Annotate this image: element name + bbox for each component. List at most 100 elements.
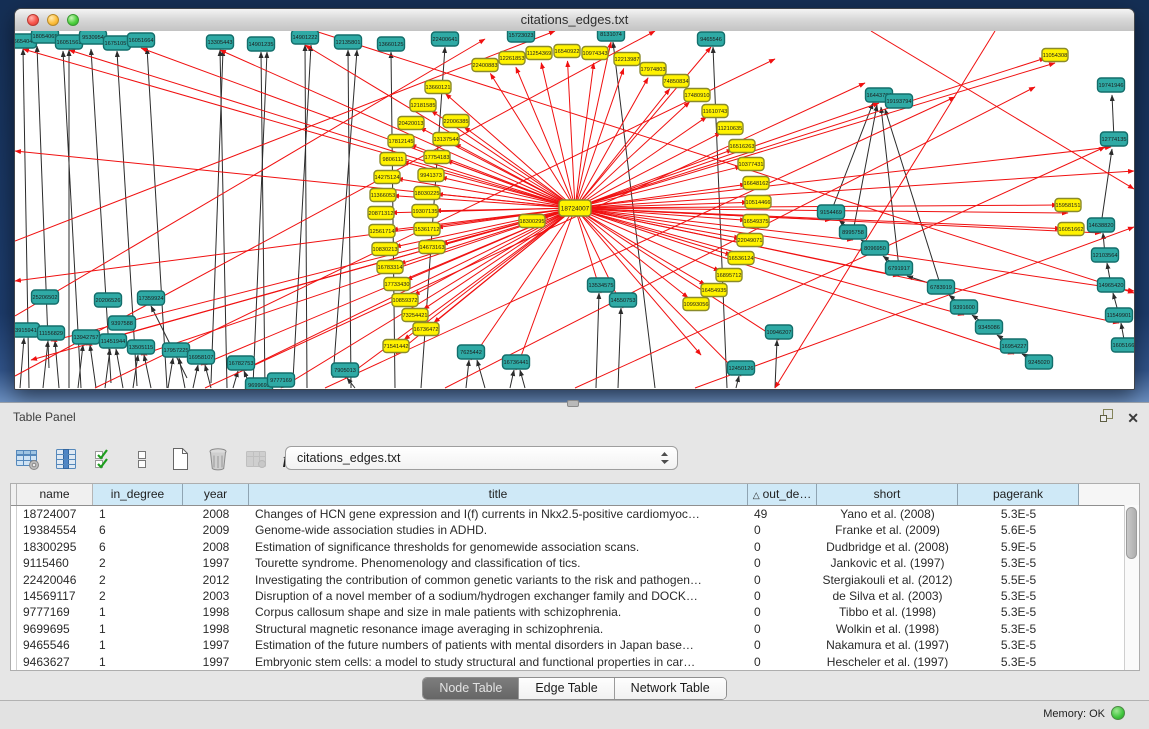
graph-node-teal[interactable]: 9397588 <box>109 316 136 330</box>
cell-pagerank[interactable]: 5.3E-5 <box>958 621 1079 637</box>
cell-title[interactable]: Corpus callosum shape and size in male p… <box>249 604 748 620</box>
graph-node-teal[interactable]: 9777169 <box>268 373 295 387</box>
cell-year[interactable]: 1997 <box>183 654 249 670</box>
graph-node-yellow[interactable]: 11210635 <box>717 122 743 135</box>
graph-node-yellow[interactable]: 11366053 <box>370 189 396 202</box>
cell-indegree[interactable]: 1 <box>93 637 183 653</box>
cell-year[interactable]: 2008 <box>183 539 249 555</box>
graph-node-teal[interactable]: 13942757 <box>73 330 100 344</box>
graph-node-yellow[interactable]: 11054308 <box>1042 49 1068 62</box>
graph-node-yellow[interactable]: 16051662 <box>1058 223 1084 236</box>
graph-node-teal[interactable]: 12103564 <box>1092 248 1119 262</box>
cell-outde[interactable]: 49 <box>748 506 817 522</box>
cell-outde[interactable]: 0 <box>748 539 817 555</box>
graph-node-teal[interactable]: 13305443 <box>207 35 234 49</box>
graph-node-teal[interactable]: 16051664 <box>128 33 155 47</box>
cell-outde[interactable]: 0 <box>748 572 817 588</box>
graph-node-teal[interactable]: 22400641 <box>432 32 459 46</box>
graph-node-yellow[interactable]: 16540922 <box>554 45 580 58</box>
graph-node-yellow[interactable]: 18030225 <box>414 187 440 200</box>
graph-node-teal[interactable]: 6791917 <box>886 261 913 275</box>
graph-node-teal[interactable]: 14550753 <box>610 293 637 307</box>
graph-node-yellow[interactable]: 10377431 <box>738 158 764 171</box>
graph-node-teal[interactable]: 25206502 <box>32 290 59 304</box>
cell-title[interactable]: Genome-wide association studies in ADHD. <box>249 522 748 538</box>
graph-node-teal[interactable]: 19193794 <box>886 94 913 108</box>
cell-title[interactable]: Disruption of a novel member of a sodium… <box>249 588 748 604</box>
graph-node-yellow[interactable]: 12213987 <box>614 53 640 66</box>
graph-node-teal[interactable]: 16954227 <box>1001 339 1028 353</box>
cell-title[interactable]: Structural magnetic resonance image aver… <box>249 621 748 637</box>
graph-node-yellow[interactable]: 15958151 <box>1055 199 1081 212</box>
cell-short[interactable]: Franke et al. (2009) <box>817 522 958 538</box>
graph-node-yellow[interactable]: 11254369 <box>526 47 552 60</box>
memory-ok-indicator[interactable] <box>1111 706 1125 720</box>
graph-node-yellow[interactable]: 17480910 <box>684 89 710 102</box>
graph-node-teal[interactable]: 11156829 <box>38 326 65 340</box>
cell-short[interactable]: de Silva et al. (2003) <box>817 588 958 604</box>
graph-node-teal[interactable]: 18054065 <box>32 31 59 43</box>
new-document-icon[interactable] <box>166 444 194 474</box>
graph-node-yellow[interactable]: 10830213 <box>372 243 398 256</box>
cell-outde[interactable]: 0 <box>748 555 817 571</box>
cell-short[interactable]: Tibbo et al. (1998) <box>817 604 958 620</box>
graph-node-yellow[interactable]: 12261853 <box>499 52 525 65</box>
cell-title[interactable]: Embryonic stem cells: a model to study s… <box>249 654 748 670</box>
graph-node-yellow[interactable]: 9806111 <box>380 153 406 166</box>
cell-indegree[interactable]: 2 <box>93 588 183 604</box>
cell-pagerank[interactable]: 5.6E-5 <box>958 522 1079 538</box>
cell-short[interactable]: Yano et al. (2008) <box>817 506 958 522</box>
graph-node-teal[interactable]: 11549901 <box>1106 308 1133 322</box>
graph-node-teal[interactable]: 9345086 <box>976 320 1003 334</box>
table-mode-icon[interactable] <box>14 444 42 474</box>
graph-node-teal[interactable]: 16751057 <box>104 36 131 50</box>
graph-node-teal[interactable]: 16782753 <box>228 356 255 370</box>
graph-node-yellow[interactable]: 11610743 <box>702 105 728 118</box>
cell-pagerank[interactable]: 5.3E-5 <box>958 637 1079 653</box>
graph-node-yellow[interactable]: 16516263 <box>729 140 755 153</box>
graph-node-teal[interactable]: 9154469 <box>818 205 845 219</box>
graph-node-yellow[interactable]: 20871312 <box>368 207 394 220</box>
graph-node-teal[interactable]: 16051668 <box>1112 338 1135 352</box>
graph-node-teal[interactable]: 9245020 <box>1026 355 1053 369</box>
cell-pagerank[interactable]: 5.3E-5 <box>958 654 1079 670</box>
graph-node-teal[interactable]: 19741946 <box>1098 78 1125 92</box>
graph-node-teal[interactable]: 9530954 <box>80 31 107 44</box>
graph-node-yellow[interactable]: 22400883 <box>472 59 498 72</box>
cell-indegree[interactable]: 2 <box>93 572 183 588</box>
graph-node-teal[interactable]: 13534575 <box>588 278 615 292</box>
cell-pagerank[interactable]: 5.3E-5 <box>958 506 1079 522</box>
graph-node-teal[interactable]: 8995758 <box>840 225 867 239</box>
cell-year[interactable]: 1998 <box>183 621 249 637</box>
cell-short[interactable]: Stergiakouli et al. (2012) <box>817 572 958 588</box>
cell-year[interactable]: 2012 <box>183 572 249 588</box>
column-visibility-icon[interactable] <box>52 444 80 474</box>
graph-node-yellow[interactable]: 16549375 <box>743 215 769 228</box>
graph-node-teal[interactable]: 6783919 <box>928 280 955 294</box>
cell-pagerank[interactable]: 5.3E-5 <box>958 588 1079 604</box>
graph-node-yellow[interactable]: 16895712 <box>716 269 742 282</box>
cell-title[interactable]: Estimation of significance thresholds fo… <box>249 539 748 555</box>
graph-node-teal[interactable]: 16736441 <box>503 355 530 369</box>
graph-node-yellow[interactable]: 16783314 <box>377 261 403 274</box>
graph-node-teal[interactable]: 8096950 <box>862 241 889 255</box>
column-header-pagerank[interactable]: pagerank <box>958 484 1079 505</box>
graph-node-yellow[interactable]: 16736472 <box>413 323 439 336</box>
table-select-dropdown[interactable]: citations_edges.txt <box>285 446 678 470</box>
graph-node-yellow[interactable]: 17974803 <box>640 63 666 76</box>
column-header-short[interactable]: short <box>817 484 958 505</box>
graph-node-yellow[interactable]: 17733430 <box>384 278 410 291</box>
network-canvas[interactable]: 1665404118054065160515639530954167510571… <box>15 31 1134 389</box>
graph-node-teal[interactable]: 16958107 <box>188 350 215 364</box>
cell-year[interactable]: 1998 <box>183 604 249 620</box>
cell-name[interactable]: 9115460 <box>17 555 93 571</box>
graph-node-teal[interactable]: 10946207 <box>766 325 793 339</box>
cell-name[interactable]: 22420046 <box>17 572 93 588</box>
graph-node-yellow[interactable]: 16648162 <box>743 177 769 190</box>
cell-indegree[interactable]: 1 <box>93 621 183 637</box>
graph-node-yellow[interactable]: 17812145 <box>388 135 414 148</box>
graph-node-teal[interactable]: 9391600 <box>951 300 978 314</box>
graph-hub-node[interactable]: 18724007 <box>559 200 591 216</box>
graph-node-yellow[interactable]: 22006385 <box>443 115 469 128</box>
cell-title[interactable]: Estimation of the future numbers of pati… <box>249 637 748 653</box>
